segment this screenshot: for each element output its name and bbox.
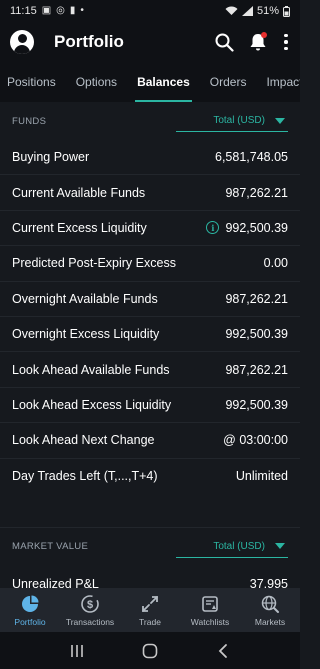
tab-orders[interactable]: Orders bbox=[200, 62, 257, 102]
tab-options[interactable]: Options bbox=[66, 62, 127, 102]
row-value: 37,995 bbox=[249, 576, 288, 588]
tab-impact[interactable]: Impact Len bbox=[256, 62, 300, 102]
row-value: 987,262.21 bbox=[225, 185, 288, 200]
row-label: Overnight Excess Liquidity bbox=[12, 327, 160, 342]
system-nav-bar bbox=[0, 632, 300, 669]
notifications-button[interactable] bbox=[248, 32, 268, 52]
funds-row: Look Ahead Next Change @ 03:00:00 bbox=[0, 423, 300, 459]
market-value-currency-select[interactable]: Total (USD) bbox=[176, 536, 288, 558]
funds-row: Overnight Excess Liquidity 992,500.39 bbox=[0, 317, 300, 353]
lock-icon: ▮ bbox=[69, 5, 76, 16]
tab-balances[interactable]: Balances bbox=[127, 62, 200, 102]
status-time: 11:15 bbox=[10, 5, 37, 17]
recent-apps-icon bbox=[70, 644, 83, 657]
row-value: 0.00 bbox=[263, 256, 288, 271]
row-label: Overnight Available Funds bbox=[12, 291, 158, 306]
funds-currency-select[interactable]: Total (USD) bbox=[176, 110, 288, 132]
avatar[interactable] bbox=[10, 30, 34, 54]
nav-watchlists[interactable]: Watchlists bbox=[180, 588, 240, 632]
tab-positions[interactable]: Positions bbox=[0, 62, 66, 102]
row-value: 987,262.21 bbox=[225, 291, 288, 306]
notification-icon: ▣ bbox=[41, 5, 52, 16]
row-label: Unrealized P&L bbox=[12, 576, 99, 588]
info-icon[interactable]: i bbox=[206, 221, 220, 235]
market-value-currency-value: Total (USD) bbox=[213, 540, 265, 552]
funds-section-header: FUNDS Total (USD) bbox=[0, 102, 300, 140]
funds-row: Buying Power 6,581,748.05 bbox=[0, 140, 300, 176]
globe-search-icon bbox=[261, 595, 279, 613]
row-label: Day Trades Left (T,...,T+4) bbox=[12, 469, 158, 484]
nav-transactions[interactable]: $ Transactions bbox=[60, 588, 120, 632]
market-value-section-header: MARKET VALUE Total (USD) bbox=[0, 528, 300, 566]
watchlist-icon bbox=[202, 595, 218, 612]
back-button[interactable] bbox=[212, 640, 234, 662]
row-value: 992,500.39 bbox=[225, 397, 288, 412]
funds-currency-value: Total (USD) bbox=[213, 115, 265, 126]
funds-row: Overnight Available Funds 987,262.21 bbox=[0, 282, 300, 317]
funds-row: Look Ahead Available Funds 987,262.21 bbox=[0, 352, 300, 388]
row-label: Look Ahead Excess Liquidity bbox=[12, 397, 172, 412]
chevron-down-icon bbox=[275, 117, 285, 124]
row-value: Unlimited bbox=[235, 469, 288, 484]
dot-icon: • bbox=[80, 5, 84, 16]
row-value: @ 03:00:00 bbox=[223, 433, 288, 448]
more-menu-icon[interactable] bbox=[282, 33, 290, 51]
bottom-nav: Portfolio $ Transactions Trade Watchlist… bbox=[0, 588, 300, 632]
home-icon bbox=[142, 643, 158, 658]
dollar-circle-icon: $ bbox=[81, 594, 99, 613]
trade-arrows-icon bbox=[142, 595, 158, 612]
funds-row: Current Available Funds 987,262.21 bbox=[0, 175, 300, 211]
funds-list: Buying Power 6,581,748.05 Current Availa… bbox=[0, 140, 300, 494]
recent-apps-button[interactable] bbox=[66, 640, 88, 662]
notification-badge bbox=[261, 32, 267, 38]
balances-content[interactable]: FUNDS Total (USD) Buying Power 6,581,748… bbox=[0, 102, 300, 588]
funds-row: Day Trades Left (T,...,T+4) Unlimited bbox=[0, 459, 300, 494]
row-label: Look Ahead Next Change bbox=[12, 433, 155, 448]
wifi-icon bbox=[225, 6, 238, 15]
funds-row: Look Ahead Excess Liquidity 992,500.39 bbox=[0, 388, 300, 424]
chevron-down-icon bbox=[275, 543, 285, 550]
row-value: i 992,500.39 bbox=[206, 221, 288, 235]
portfolio-tabs: Positions Options Balances Orders Impact… bbox=[0, 62, 300, 102]
svg-text:$: $ bbox=[87, 599, 93, 611]
row-value: 992,500.39 bbox=[225, 327, 288, 342]
nav-markets[interactable]: Markets bbox=[240, 588, 300, 632]
page-title: Portfolio bbox=[54, 32, 124, 51]
search-icon[interactable] bbox=[214, 32, 234, 52]
funds-row: Current Excess Liquidity i 992,500.39 bbox=[0, 211, 300, 247]
status-bar: 11:15 ▣ ◎ ▮ • 51% bbox=[0, 0, 300, 22]
nav-trade[interactable]: Trade bbox=[120, 588, 180, 632]
home-button[interactable] bbox=[139, 640, 161, 662]
row-value: 987,262.21 bbox=[225, 362, 288, 377]
row-label: Buying Power bbox=[12, 150, 90, 165]
funds-row: Predicted Post-Expiry Excess 0.00 bbox=[0, 246, 300, 282]
row-value: 6,581,748.05 bbox=[215, 150, 288, 165]
nav-portfolio[interactable]: Portfolio bbox=[0, 588, 60, 632]
market-value-section-label: MARKET VALUE bbox=[12, 541, 89, 553]
market-value-row: Unrealized P&L 37,995 bbox=[0, 566, 300, 588]
battery-icon bbox=[283, 5, 290, 17]
pie-chart-icon bbox=[22, 595, 39, 612]
row-label: Current Excess Liquidity bbox=[12, 220, 147, 235]
signal-icon bbox=[241, 6, 253, 16]
app-header: Portfolio bbox=[0, 22, 300, 62]
row-label: Current Available Funds bbox=[12, 185, 146, 200]
row-label: Look Ahead Available Funds bbox=[12, 362, 170, 377]
back-icon bbox=[219, 643, 228, 658]
battery-level: 51% bbox=[256, 5, 279, 17]
sync-icon: ◎ bbox=[56, 5, 65, 16]
funds-section-label: FUNDS bbox=[12, 115, 47, 127]
row-label: Predicted Post-Expiry Excess bbox=[12, 256, 176, 271]
